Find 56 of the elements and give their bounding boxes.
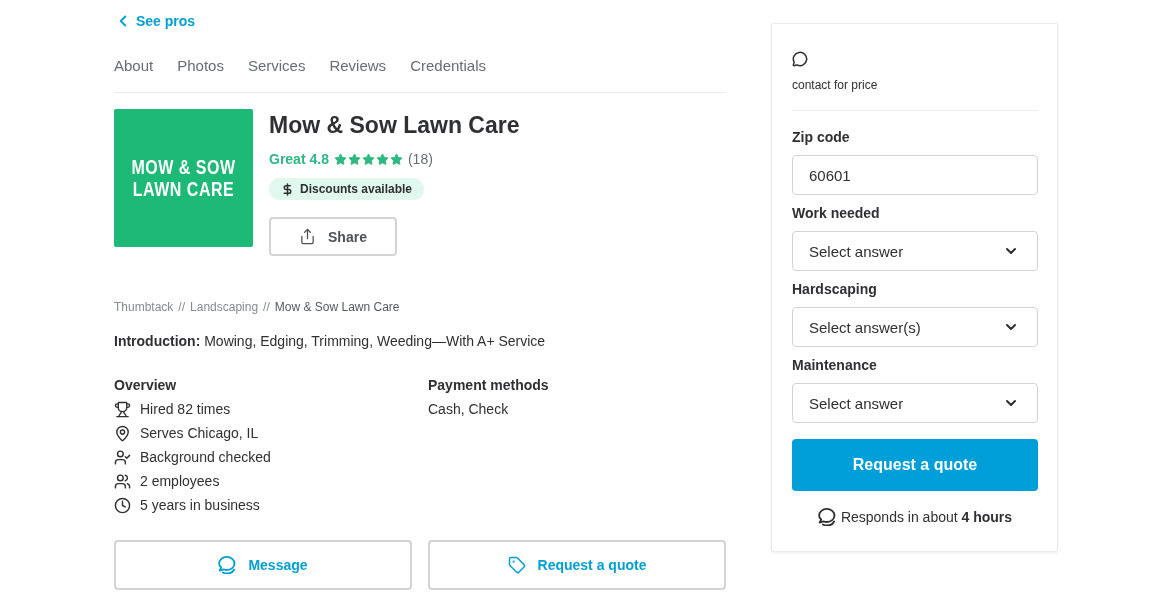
share-icon bbox=[299, 228, 317, 245]
tab[interactable]: Photos bbox=[177, 55, 224, 77]
dollar-icon bbox=[281, 182, 294, 196]
select-field[interactable]: Select answer(s) bbox=[792, 307, 1038, 347]
star-icon bbox=[375, 152, 389, 166]
overview-heading: Overview bbox=[114, 376, 177, 395]
breadcrumb-separator: // bbox=[178, 299, 186, 315]
chat-bubbles-icon bbox=[817, 508, 836, 526]
share-button[interactable]: Share bbox=[269, 217, 397, 256]
trophy-icon bbox=[114, 400, 131, 418]
introduction-text: Introduction: Mowing, Edging, Trimming, Weeding—With A+ Service bbox=[114, 332, 547, 351]
select-field[interactable]: Select answer bbox=[792, 383, 1038, 423]
logo-text: MOW & SOW bbox=[131, 155, 236, 179]
star-icon bbox=[347, 152, 361, 166]
clock-icon bbox=[114, 496, 131, 514]
payment-methods-text: Cash, Check bbox=[428, 400, 509, 419]
select-field[interactable]: Select answer bbox=[792, 231, 1038, 271]
user-check-icon bbox=[114, 448, 131, 466]
badge-label: Discounts available bbox=[300, 182, 413, 196]
star-icon bbox=[333, 152, 347, 166]
breadcrumb-link[interactable]: Thumbtack bbox=[114, 299, 174, 315]
logo-text: LAWN CARE bbox=[132, 177, 235, 201]
overview-item: Hired 82 times bbox=[140, 401, 231, 417]
request-quote-button[interactable]: Request a quote bbox=[428, 540, 726, 590]
field-label: Work needed bbox=[792, 204, 880, 223]
tab[interactable]: Reviews bbox=[329, 55, 387, 77]
tag-icon bbox=[507, 556, 526, 574]
payment-heading: Payment methods bbox=[428, 376, 549, 395]
field-label: Hardscaping bbox=[792, 280, 877, 299]
overview-item: Serves Chicago, IL bbox=[140, 425, 259, 441]
field-label: Zip code bbox=[792, 128, 850, 147]
response-time-note: Responds in about 4 hours bbox=[840, 508, 1013, 527]
users-icon bbox=[114, 472, 131, 490]
business-name: Mow & Sow Lawn Care bbox=[269, 111, 520, 140]
star-icon bbox=[389, 152, 403, 166]
tab[interactable]: Credentials bbox=[410, 55, 486, 77]
rating-label: Great 4.8 bbox=[269, 150, 329, 169]
map-pin-icon bbox=[114, 424, 131, 442]
overview-item: Background checked bbox=[140, 449, 271, 465]
zip-code-input[interactable]: 60601 bbox=[792, 155, 1038, 195]
overview-item: 5 years in business bbox=[140, 497, 260, 513]
tab[interactable]: Services bbox=[247, 55, 306, 77]
price-note: contact for price bbox=[792, 77, 878, 93]
tab[interactable]: About bbox=[114, 55, 154, 77]
star-icon bbox=[361, 152, 375, 166]
back-link[interactable]: See pros bbox=[114, 11, 196, 31]
speech-bubble-icon bbox=[792, 51, 808, 67]
message-button[interactable]: Message bbox=[114, 540, 412, 590]
request-quote-submit[interactable]: Request a quote bbox=[792, 439, 1038, 491]
breadcrumb-separator: // bbox=[263, 299, 270, 315]
chat-bubbles-icon bbox=[218, 556, 237, 574]
breadcrumb-link[interactable]: Landscaping bbox=[190, 299, 259, 315]
overview-item: 2 employees bbox=[140, 473, 220, 489]
breadcrumb-current: Mow & Sow Lawn Care bbox=[274, 299, 400, 315]
field-label: Maintenance bbox=[792, 356, 877, 375]
review-count: (18) bbox=[407, 150, 433, 169]
